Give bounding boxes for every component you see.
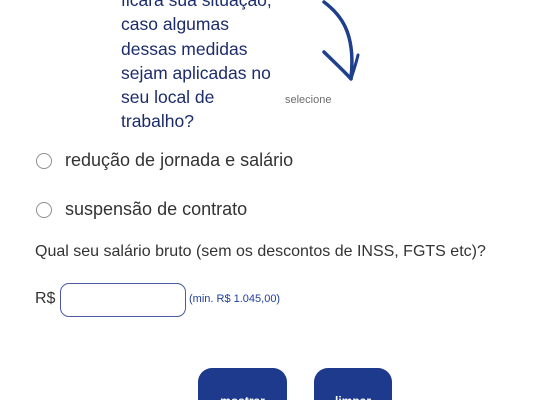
radio-button[interactable] [36, 201, 52, 218]
option-reducao[interactable]: redução de jornada e salário [36, 150, 293, 171]
question-line: caso algumas [121, 14, 229, 35]
question-line: trabalho? [121, 111, 194, 132]
currency-label: R$ [35, 290, 56, 307]
radio-button[interactable] [36, 152, 52, 169]
question-line: dessas medidas [121, 38, 248, 59]
question-line: sejam aplicadas no [121, 62, 271, 83]
salary-input[interactable] [60, 283, 186, 317]
select-hint: selecione [285, 94, 332, 106]
option-suspensao[interactable]: suspensão de contrato [36, 199, 247, 220]
question-line: ficará sua situação, [121, 0, 272, 10]
salary-question: Qual seu salário bruto (sem os descontos… [35, 243, 486, 260]
min-salary-hint: (min. R$ 1.045,00) [189, 293, 281, 305]
question-line: seu local de [121, 87, 215, 108]
page: ficará sua situação, caso algumas dessas… [0, 0, 534, 400]
option-label: redução de jornada e salário [65, 150, 294, 170]
clear-button[interactable]: limpar [314, 368, 392, 400]
show-button[interactable]: mostrar [198, 368, 287, 400]
curved-arrow-down-icon [322, 0, 360, 81]
question-text: ficará sua situação, caso algumas dessas… [121, 0, 296, 134]
option-label: suspensão de contrato [65, 199, 248, 219]
